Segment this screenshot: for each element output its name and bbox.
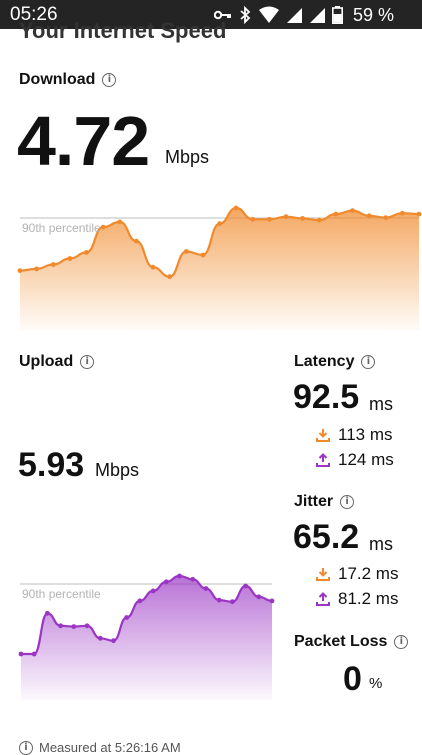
upload-data-point xyxy=(97,635,103,641)
packet-loss-value: 0 xyxy=(343,660,362,698)
download-data-point xyxy=(333,211,339,217)
battery-icon xyxy=(331,6,343,24)
download-data-point xyxy=(100,224,106,230)
download-data-point xyxy=(134,238,139,244)
download-data-point xyxy=(283,214,289,220)
info-icon: i xyxy=(19,740,33,755)
latency-download-row: 113 ms xyxy=(316,425,393,445)
measured-time-row: i Measured at 5:26:16 AM xyxy=(19,740,181,755)
upload-data-point xyxy=(163,579,169,585)
upload-data-point xyxy=(216,597,222,603)
jitter-unit: ms xyxy=(369,534,393,554)
download-unit: Mbps xyxy=(165,147,210,167)
upload-value: 5.93 xyxy=(18,446,85,484)
info-icon[interactable]: i xyxy=(80,355,95,369)
jitter-label: Jitter xyxy=(294,493,334,510)
latency-upload-value: 124 ms xyxy=(338,450,394,469)
latency-label-row: Latency i xyxy=(294,353,376,371)
upload-data-point xyxy=(71,624,77,629)
download-arrow-icon xyxy=(316,568,330,581)
upload-chart xyxy=(18,573,275,700)
download-label-row: Download i xyxy=(19,71,117,89)
page-title: Your Internet Speed xyxy=(19,18,227,43)
upload-data-point xyxy=(18,651,24,657)
upload-data-point xyxy=(58,623,63,629)
download-percentile-label: 90th percentile xyxy=(22,221,101,235)
upload-data-point xyxy=(177,573,182,579)
bluetooth-icon xyxy=(240,6,251,24)
upload-data-point xyxy=(230,599,235,605)
jitter-download-value: 17.2 ms xyxy=(338,564,399,583)
download-data-point xyxy=(267,216,272,222)
upload-data-point xyxy=(31,651,37,657)
upload-data-point xyxy=(203,586,209,591)
latency-value: 92.5 xyxy=(293,378,360,416)
upload-data-point xyxy=(84,623,90,629)
download-label: Download xyxy=(19,71,96,88)
upload-data-point xyxy=(45,610,50,616)
download-data-point xyxy=(34,266,39,272)
upload-data-point xyxy=(243,583,249,589)
download-data-point xyxy=(300,216,305,221)
upload-data-point xyxy=(256,594,262,600)
upload-data-point xyxy=(111,638,116,644)
jitter-upload-value: 81.2 ms xyxy=(338,589,399,608)
packet-loss-unit: % xyxy=(369,675,383,692)
upload-data-point xyxy=(137,598,143,604)
download-data-point xyxy=(67,256,73,261)
download-data-point xyxy=(366,213,372,219)
download-data-point xyxy=(416,211,422,217)
download-data-point xyxy=(350,208,355,213)
latency-download-value: 113 ms xyxy=(338,425,393,444)
wifi-icon xyxy=(258,6,279,23)
info-icon[interactable]: i xyxy=(394,635,409,649)
download-data-point xyxy=(316,217,322,223)
latency-unit: ms xyxy=(369,394,393,414)
download-data-point xyxy=(167,274,173,280)
upload-unit: Mbps xyxy=(95,460,140,480)
upload-data-point xyxy=(190,576,196,582)
info-icon[interactable]: i xyxy=(361,355,376,369)
info-icon[interactable]: i xyxy=(340,495,355,509)
download-data-point xyxy=(183,249,189,254)
upload-data-point xyxy=(124,615,130,620)
status-icons: 59 % xyxy=(213,4,394,25)
download-data-point xyxy=(50,262,56,267)
upload-data-point xyxy=(269,598,275,604)
download-data-point xyxy=(200,252,206,258)
signal-icon xyxy=(286,7,302,23)
packet-loss-label-row: Packet Loss i xyxy=(294,633,409,651)
download-data-point xyxy=(117,219,123,225)
measured-time: Measured at 5:26:16 AM xyxy=(39,740,181,755)
packet-loss-label: Packet Loss xyxy=(294,633,388,650)
jitter-value: 65.2 xyxy=(293,518,360,556)
download-data-point xyxy=(217,221,222,227)
download-chart xyxy=(17,205,422,330)
jitter-upload-row: 81.2 ms xyxy=(316,589,398,609)
info-icon[interactable]: i xyxy=(102,73,117,87)
upload-percentile-label: 90th percentile xyxy=(22,587,101,601)
signal-icon xyxy=(309,7,325,23)
download-data-point xyxy=(400,210,405,216)
upload-label: Upload xyxy=(19,353,74,370)
jitter-download-row: 17.2 ms xyxy=(316,564,398,584)
download-arrow-icon xyxy=(316,429,330,442)
download-value: 4.72 xyxy=(17,102,150,180)
upload-arrow-icon xyxy=(316,453,330,467)
download-data-point xyxy=(233,205,239,211)
upload-label-row: Upload i xyxy=(19,353,95,371)
download-data-point xyxy=(250,216,256,222)
latency-label: Latency xyxy=(294,353,355,370)
battery-level: 59 % xyxy=(352,4,394,25)
latency-upload-row: 124 ms xyxy=(316,450,394,470)
download-data-point xyxy=(84,250,89,255)
download-data-point xyxy=(17,268,23,273)
upload-data-point xyxy=(150,588,156,594)
jitter-label-row: Jitter i xyxy=(294,493,355,511)
upload-arrow-icon xyxy=(316,592,330,606)
download-data-point xyxy=(383,215,389,220)
download-data-point xyxy=(150,264,156,270)
